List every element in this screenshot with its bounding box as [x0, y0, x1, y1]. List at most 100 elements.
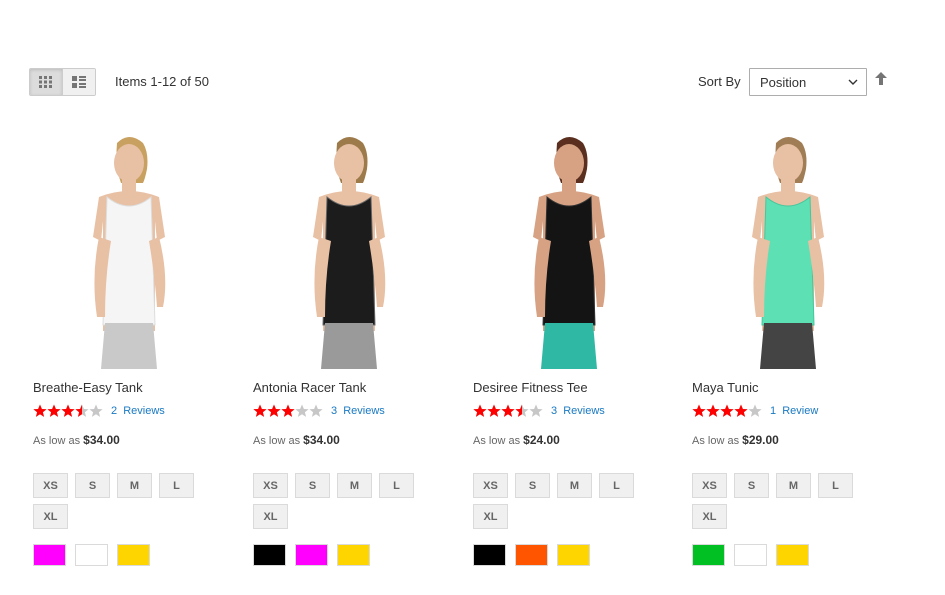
view-mode-switcher	[29, 68, 96, 96]
reviews-link[interactable]: 3 Reviews	[551, 405, 605, 417]
reviews-link[interactable]: 2 Reviews	[111, 405, 165, 417]
size-swatch[interactable]: XL	[473, 504, 508, 529]
sort-by-select[interactable]: Position	[749, 68, 867, 96]
color-swatch[interactable]	[117, 544, 150, 566]
price-prefix: As low as	[692, 435, 740, 447]
size-swatch[interactable]: S	[734, 473, 769, 498]
size-swatch[interactable]: L	[599, 473, 634, 498]
price-amount: $34.00	[83, 433, 120, 447]
rating-stars	[473, 404, 543, 418]
color-swatch[interactable]	[75, 544, 108, 566]
star-icon	[89, 404, 103, 417]
product-price: As low as $29.00	[692, 433, 779, 447]
color-swatch[interactable]	[33, 544, 66, 566]
star-icon	[75, 404, 89, 417]
color-swatches	[253, 544, 370, 566]
size-swatch[interactable]: S	[75, 473, 110, 498]
products-toolbar: Items 1-12 of 50 Sort By Position	[29, 68, 897, 97]
size-swatch[interactable]: M	[337, 473, 372, 498]
color-swatches	[473, 544, 590, 566]
size-swatch[interactable]: XL	[692, 504, 727, 529]
product-item: Maya Tunic 1 Review As low as $29.00 XS S M L…	[688, 125, 888, 566]
color-swatch[interactable]	[473, 544, 506, 566]
star-icon	[473, 404, 487, 417]
product-image[interactable]	[249, 125, 449, 369]
product-name-link[interactable]: Breathe-Easy Tank	[33, 380, 143, 395]
product-item: Breathe-Easy Tank 2 Reviews As low as $34…	[29, 125, 229, 566]
product-item: Desiree Fitness Tee 3 Reviews As low as $…	[469, 125, 669, 566]
star-icon	[281, 404, 295, 417]
color-swatch[interactable]	[253, 544, 286, 566]
product-price: As low as $24.00	[473, 433, 560, 447]
grid-view-button[interactable]	[30, 69, 62, 95]
product-image[interactable]	[469, 125, 669, 369]
product-rating: 3 Reviews	[473, 404, 605, 418]
toolbar-amount: Items 1-12 of 50	[115, 74, 209, 89]
color-swatch[interactable]	[337, 544, 370, 566]
chevron-down-icon	[848, 79, 858, 85]
price-amount: $34.00	[303, 433, 340, 447]
color-swatches	[692, 544, 809, 566]
product-item: Antonia Racer Tank 3 Reviews As low as $3…	[249, 125, 449, 566]
star-icon	[253, 404, 267, 417]
star-icon	[748, 404, 762, 417]
size-swatch[interactable]: XL	[33, 504, 68, 529]
size-swatches: XS S M L XL	[253, 473, 428, 529]
product-rating: 1 Review	[692, 404, 818, 418]
rating-stars	[692, 404, 762, 418]
product-image[interactable]	[688, 125, 888, 369]
size-swatch[interactable]: L	[379, 473, 414, 498]
star-icon	[692, 404, 706, 417]
star-icon	[529, 404, 543, 417]
product-name-link[interactable]: Desiree Fitness Tee	[473, 380, 588, 395]
size-swatch[interactable]: L	[818, 473, 853, 498]
product-image[interactable]	[29, 125, 229, 369]
size-swatch[interactable]: S	[295, 473, 330, 498]
size-swatch[interactable]: XS	[473, 473, 508, 498]
reviews-link[interactable]: 3 Reviews	[331, 405, 385, 417]
star-icon	[295, 404, 309, 417]
star-icon	[267, 404, 281, 417]
size-swatch[interactable]: XS	[253, 473, 288, 498]
price-amount: $29.00	[742, 433, 779, 447]
product-price: As low as $34.00	[253, 433, 340, 447]
size-swatch[interactable]: XS	[33, 473, 68, 498]
color-swatch[interactable]	[515, 544, 548, 566]
rating-stars	[253, 404, 323, 418]
size-swatch[interactable]: L	[159, 473, 194, 498]
sort-direction-arrow-icon[interactable]	[875, 72, 887, 86]
list-view-button[interactable]	[62, 69, 95, 95]
color-swatch[interactable]	[557, 544, 590, 566]
size-swatches: XS S M L XL	[473, 473, 648, 529]
product-name-link[interactable]: Maya Tunic	[692, 380, 758, 395]
star-icon	[734, 404, 748, 417]
color-swatches	[33, 544, 150, 566]
star-icon	[501, 404, 515, 417]
star-icon	[309, 404, 323, 417]
color-swatch[interactable]	[776, 544, 809, 566]
size-swatch[interactable]: XL	[253, 504, 288, 529]
product-name-link[interactable]: Antonia Racer Tank	[253, 380, 366, 395]
star-icon	[515, 404, 529, 417]
color-swatch[interactable]	[692, 544, 725, 566]
size-swatch[interactable]: M	[117, 473, 152, 498]
product-price: As low as $34.00	[33, 433, 120, 447]
color-swatch[interactable]	[734, 544, 767, 566]
size-swatch[interactable]: XS	[692, 473, 727, 498]
reviews-link[interactable]: 1 Review	[770, 405, 818, 417]
grid-icon	[39, 76, 52, 88]
size-swatch[interactable]: M	[557, 473, 592, 498]
price-prefix: As low as	[473, 435, 521, 447]
size-swatches: XS S M L XL	[692, 473, 867, 529]
star-icon	[706, 404, 720, 417]
size-swatch[interactable]: S	[515, 473, 550, 498]
price-amount: $24.00	[523, 433, 560, 447]
size-swatches: XS S M L XL	[33, 473, 208, 529]
star-icon	[720, 404, 734, 417]
star-icon	[61, 404, 75, 417]
star-icon	[487, 404, 501, 417]
color-swatch[interactable]	[295, 544, 328, 566]
size-swatch[interactable]: M	[776, 473, 811, 498]
rating-stars	[33, 404, 103, 418]
list-icon	[72, 76, 86, 88]
